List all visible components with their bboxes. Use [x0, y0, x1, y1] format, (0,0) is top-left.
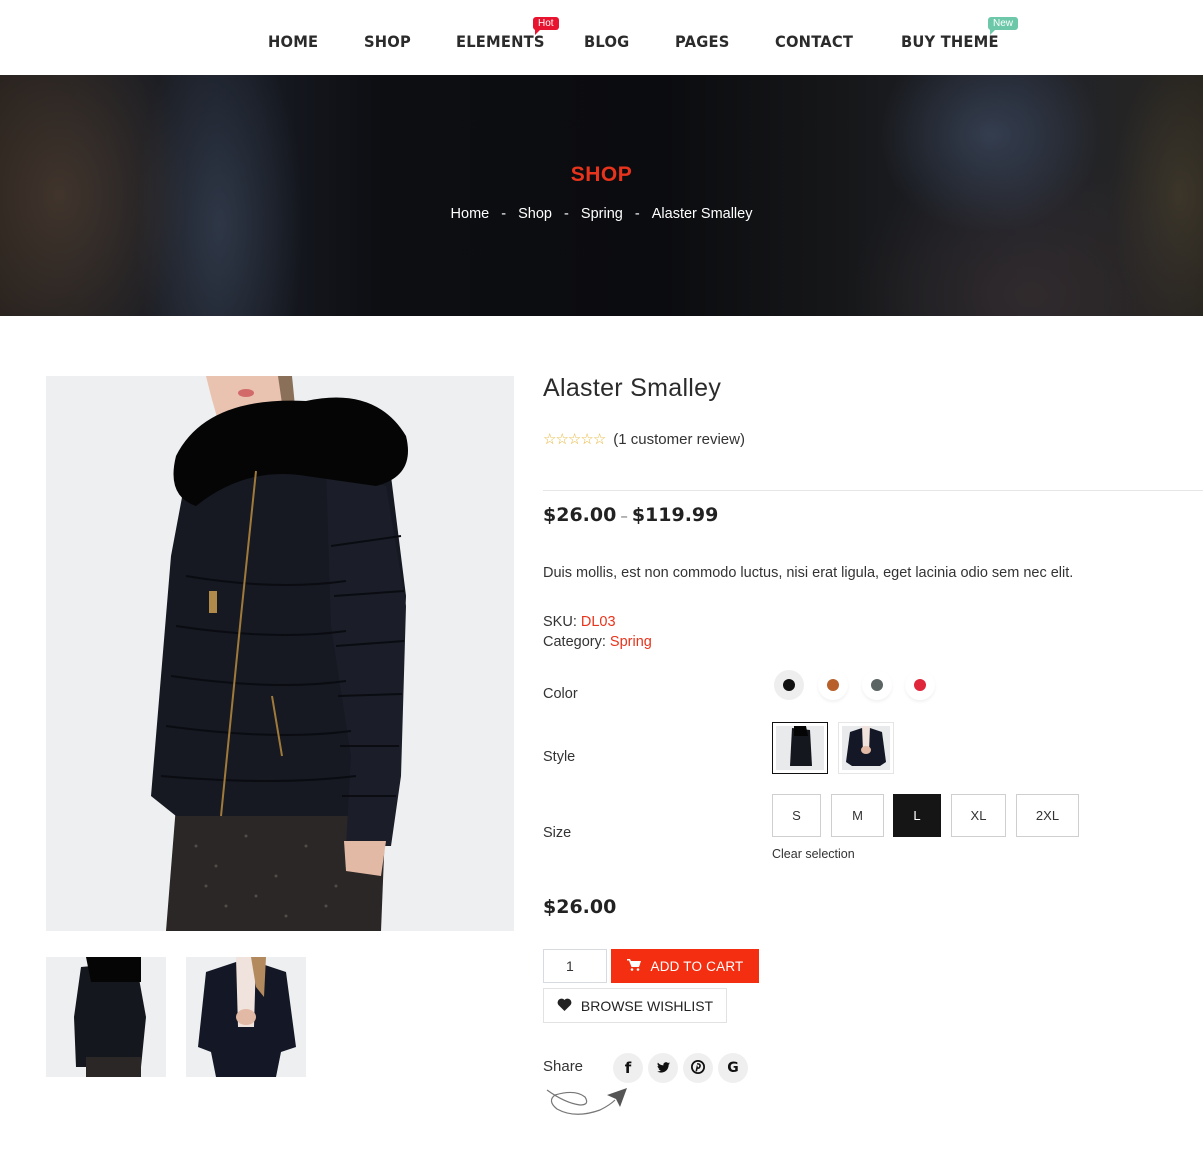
category-row: Category: Spring	[543, 632, 652, 652]
sku-value: DL03	[580, 614, 616, 630]
selected-variation-price: $26.00	[543, 896, 617, 918]
style-option-puffer[interactable]	[772, 722, 828, 774]
share-label: Share	[543, 1058, 584, 1075]
heart-icon	[557, 998, 572, 1014]
size-option-s[interactable]: S	[772, 794, 821, 837]
hot-badge: Hot	[533, 17, 559, 35]
color-dot	[914, 679, 926, 691]
star-rating: ☆ ☆ ☆ ☆ ☆	[543, 430, 606, 448]
facebook-icon: f	[624, 1059, 632, 1077]
color-swatch-black[interactable]	[774, 670, 804, 700]
add-to-cart-label: ADD TO CART	[650, 958, 744, 974]
breadcrumb: Home - Shop - Spring - Alaster Smalley	[0, 206, 1203, 222]
breadcrumb-spring[interactable]: Spring	[581, 206, 623, 222]
sku-label: SKU:	[543, 614, 577, 630]
summary-divider	[543, 490, 1203, 491]
nav-item-shop[interactable]: SHOP	[364, 32, 411, 51]
breadcrumb-separator: -	[564, 206, 569, 222]
price-range: $26.00– $119.99	[543, 504, 718, 526]
style-thumbnail	[776, 726, 824, 770]
twitter-icon	[656, 1060, 670, 1076]
share-twitter-button[interactable]	[648, 1053, 678, 1083]
main-nav: HOME SHOP ELEMENTS Hot BLOG PAGES CONTAC…	[0, 0, 1203, 75]
size-option-l[interactable]: L	[893, 794, 941, 837]
price-max: $119.99	[631, 504, 719, 526]
color-swatch-gray[interactable]	[862, 670, 892, 700]
size-option-2xl[interactable]: 2XL	[1016, 794, 1079, 837]
category-link[interactable]: Spring	[610, 634, 652, 650]
star-empty-icon: ☆	[592, 431, 606, 448]
clear-selection-link[interactable]: Clear selection	[772, 847, 855, 861]
nav-item-blog[interactable]: BLOG	[584, 32, 629, 51]
star-empty-icon: ☆	[555, 431, 568, 448]
product-meta: SKU: DL03 Category: Spring	[543, 612, 652, 652]
breadcrumb-separator: -	[634, 206, 640, 222]
star-empty-icon: ☆	[567, 431, 581, 448]
product-thumbnail[interactable]	[186, 957, 306, 1077]
color-dot	[871, 679, 883, 691]
size-label: Size	[543, 825, 572, 841]
jacket-illustration	[46, 376, 514, 931]
price-min: $26.00	[543, 504, 617, 526]
thumbnail-image-fitted	[186, 957, 306, 1077]
breadcrumb-shop[interactable]: Shop	[518, 206, 552, 222]
nav-item-buy-theme[interactable]: BUY THEME	[901, 32, 999, 51]
page-hero-banner: SHOP Home - Shop - Spring - Alaster Smal…	[0, 75, 1203, 316]
share-arrow-doodle-icon	[546, 1088, 627, 1115]
breadcrumb-home[interactable]: Home	[451, 206, 490, 222]
browse-wishlist-label: BROWSE WISHLIST	[580, 997, 714, 1014]
breadcrumb-separator: -	[501, 206, 507, 222]
new-badge: New	[988, 17, 1019, 35]
category-label: Category:	[543, 634, 606, 650]
site-header: HOME SHOP ELEMENTS Hot BLOG PAGES CONTAC…	[0, 0, 1203, 75]
size-option-m[interactable]: M	[831, 794, 884, 837]
customer-review-link[interactable]: (1 customer review)	[613, 431, 745, 448]
color-swatch-brown[interactable]	[818, 670, 848, 700]
color-dot	[783, 679, 795, 691]
star-empty-icon: ☆	[580, 431, 593, 448]
color-label: Color	[543, 686, 578, 702]
add-to-cart-button[interactable]: ADD TO CART	[611, 949, 759, 983]
share-google-button[interactable]: G	[718, 1053, 748, 1083]
nav-item-home[interactable]: HOME	[268, 32, 318, 51]
nav-item-pages[interactable]: PAGES	[675, 32, 729, 51]
pinterest-icon	[691, 1059, 705, 1077]
share-facebook-button[interactable]: f	[613, 1053, 643, 1083]
product-short-description: Duis mollis, est non commodo luctus, nis…	[543, 565, 1074, 581]
cart-icon	[626, 958, 641, 974]
product-thumbnail[interactable]	[46, 957, 166, 1077]
product-rating: ☆ ☆ ☆ ☆ ☆ (1 customer review)	[543, 430, 745, 449]
color-dot	[827, 679, 839, 691]
nav-item-contact[interactable]: CONTACT	[775, 32, 853, 51]
product-main-image[interactable]	[46, 376, 514, 931]
style-thumbnail	[842, 726, 890, 770]
hero-title: SHOP	[570, 163, 633, 186]
thumbnail-image-puffer	[46, 957, 166, 1077]
breadcrumb-current: Alaster Smalley	[651, 206, 753, 222]
browse-wishlist-button[interactable]: BROWSE WISHLIST	[543, 988, 727, 1023]
nav-item-elements[interactable]: ELEMENTS	[456, 32, 545, 51]
share-pinterest-button[interactable]	[683, 1053, 713, 1083]
price-separator: –	[620, 507, 628, 525]
star-empty-icon: ☆	[543, 431, 556, 448]
style-option-fitted[interactable]	[838, 722, 894, 774]
quantity-input[interactable]	[543, 949, 607, 983]
color-swatch-red[interactable]	[905, 670, 935, 700]
sku-row: SKU: DL03	[543, 612, 652, 632]
google-icon: G	[727, 1060, 739, 1076]
style-label: Style	[543, 749, 576, 765]
size-option-xl[interactable]: XL	[951, 794, 1006, 837]
product-title: Alaster Smalley	[543, 374, 722, 402]
